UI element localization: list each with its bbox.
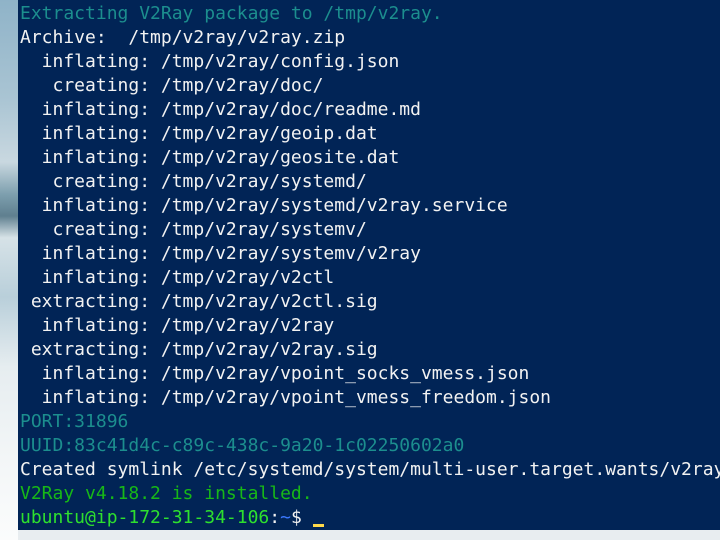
terminal-line: inflating: /tmp/v2ray/v2ray (20, 315, 335, 336)
terminal-line: inflating: /tmp/v2ray/systemv/v2ray (20, 243, 421, 264)
terminal-line: inflating: /tmp/v2ray/geosite.dat (20, 147, 400, 168)
terminal-line: inflating: /tmp/v2ray/geoip.dat (20, 123, 378, 144)
terminal-line: V2Ray v4.18.2 is installed. (20, 483, 313, 504)
prompt-path: ~ (280, 507, 291, 528)
terminal-line: inflating: /tmp/v2ray/vpoint_vmess_freed… (20, 387, 552, 408)
desktop-background (0, 0, 18, 540)
shell-prompt[interactable]: ubuntu@ip-172-31-34-106:~$ (20, 506, 720, 530)
terminal-output: Extracting V2Ray package to /tmp/v2ray. … (20, 2, 720, 506)
terminal-line: UUID:83c41d4c-c89c-438c-9a20-1c02250602a… (20, 435, 465, 456)
terminal-line: PORT:31896 (20, 411, 129, 432)
terminal-line: inflating: /tmp/v2ray/doc/readme.md (20, 99, 421, 120)
terminal-line: creating: /tmp/v2ray/systemv/ (20, 219, 367, 240)
desktop-background-bottom (18, 530, 720, 540)
terminal-line: inflating: /tmp/v2ray/config.json (20, 51, 400, 72)
terminal-line: creating: /tmp/v2ray/systemd/ (20, 171, 367, 192)
text-cursor (312, 524, 324, 527)
terminal-line: inflating: /tmp/v2ray/v2ctl (20, 267, 335, 288)
terminal-window[interactable]: Extracting V2Ray package to /tmp/v2ray. … (18, 0, 720, 530)
prompt-separator: : (269, 507, 281, 528)
terminal-line: Created symlink /etc/systemd/system/mult… (20, 459, 720, 480)
screen: Extracting V2Ray package to /tmp/v2ray. … (0, 0, 720, 540)
prompt-user-host: ubuntu@ip-172-31-34-106 (20, 507, 270, 528)
terminal-line: extracting: /tmp/v2ray/v2ctl.sig (20, 291, 378, 312)
terminal-line: Archive: /tmp/v2ray/v2ray.zip (20, 27, 346, 48)
terminal-line: inflating: /tmp/v2ray/vpoint_socks_vmess… (20, 363, 530, 384)
prompt-symbol: $ (290, 507, 313, 528)
terminal-line: creating: /tmp/v2ray/doc/ (20, 75, 324, 96)
terminal-line: inflating: /tmp/v2ray/systemd/v2ray.serv… (20, 195, 508, 216)
terminal-line: Extracting V2Ray package to /tmp/v2ray. (20, 3, 443, 24)
terminal-line: extracting: /tmp/v2ray/v2ray.sig (20, 339, 378, 360)
